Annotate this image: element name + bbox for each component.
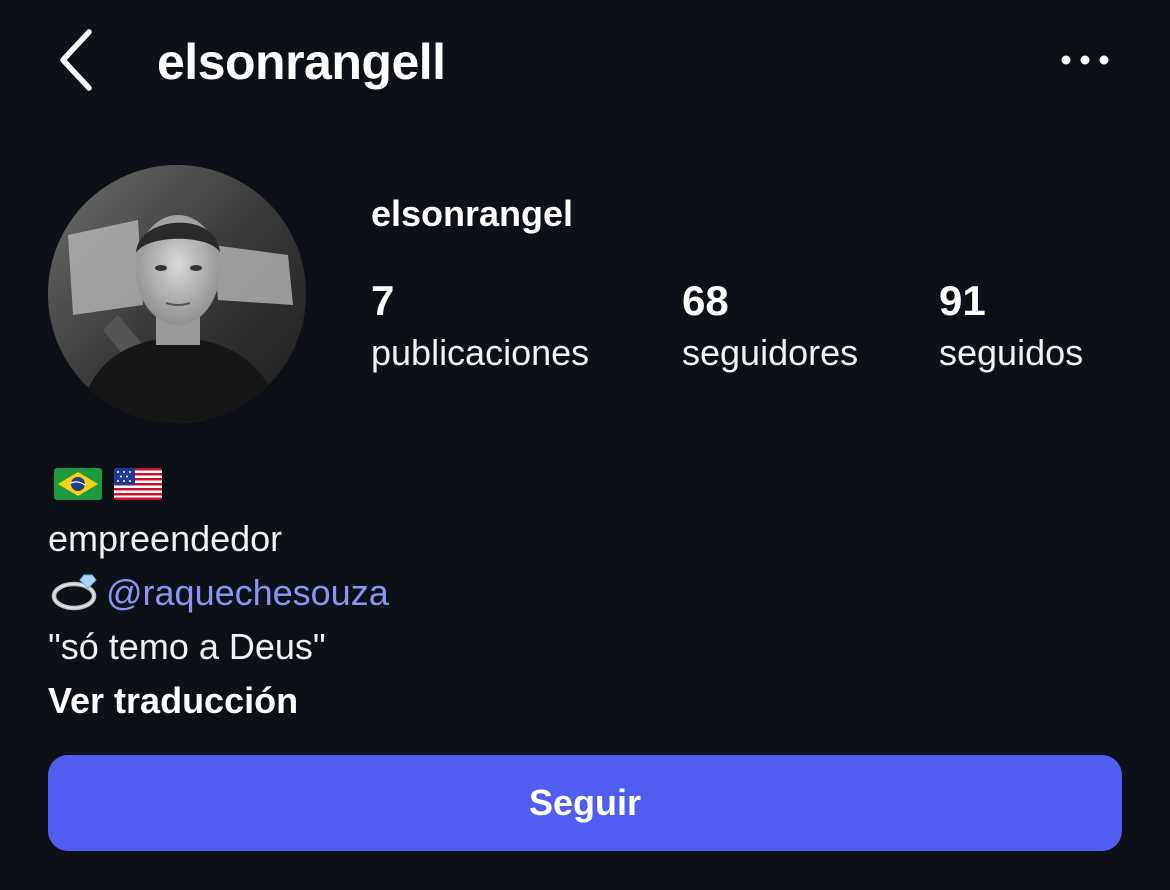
stat-following[interactable]: 91 seguidos (939, 276, 1083, 375)
top-bar: elsonrangell (0, 0, 1170, 120)
flags-row (48, 462, 1118, 506)
profile-name: elsonrangel (371, 193, 574, 234)
posts-label: publicaciones (371, 332, 590, 373)
bio: empreendedor @raquechesouza "só temo a D… (48, 462, 1118, 728)
posts-count: 7 (371, 277, 395, 324)
bio-mention-line: @raquechesouza (48, 566, 1118, 620)
followers-count: 68 (682, 277, 729, 324)
avatar[interactable] (48, 165, 306, 423)
bio-quote: "só temo a Deus" (48, 626, 326, 667)
profile-photo (48, 165, 306, 423)
page-title: elsonrangell (157, 34, 446, 90)
more-options-button[interactable] (1050, 35, 1120, 85)
back-button[interactable] (55, 22, 115, 97)
translate-link[interactable]: Ver traducción (48, 674, 1118, 728)
ring-icon (48, 571, 104, 611)
followers-label: seguidores (682, 332, 859, 373)
bio-text: empreendedor (48, 518, 283, 559)
usa-flag-icon (114, 468, 162, 500)
chevron-left-icon (60, 28, 92, 91)
more-horizontal-icon (1061, 55, 1109, 65)
following-count: 91 (939, 277, 986, 324)
stat-posts[interactable]: 7 publicaciones (371, 276, 589, 375)
following-label: seguidos (939, 332, 1084, 373)
profile-screen: elsonrangell elsonrangel 7 publicaciones… (0, 0, 1170, 890)
brazil-flag-icon (54, 468, 102, 500)
mention-link[interactable]: @raquechesouza (106, 572, 389, 613)
stat-followers[interactable]: 68 seguidores (682, 276, 858, 375)
follow-button[interactable]: Seguir (48, 755, 1122, 851)
